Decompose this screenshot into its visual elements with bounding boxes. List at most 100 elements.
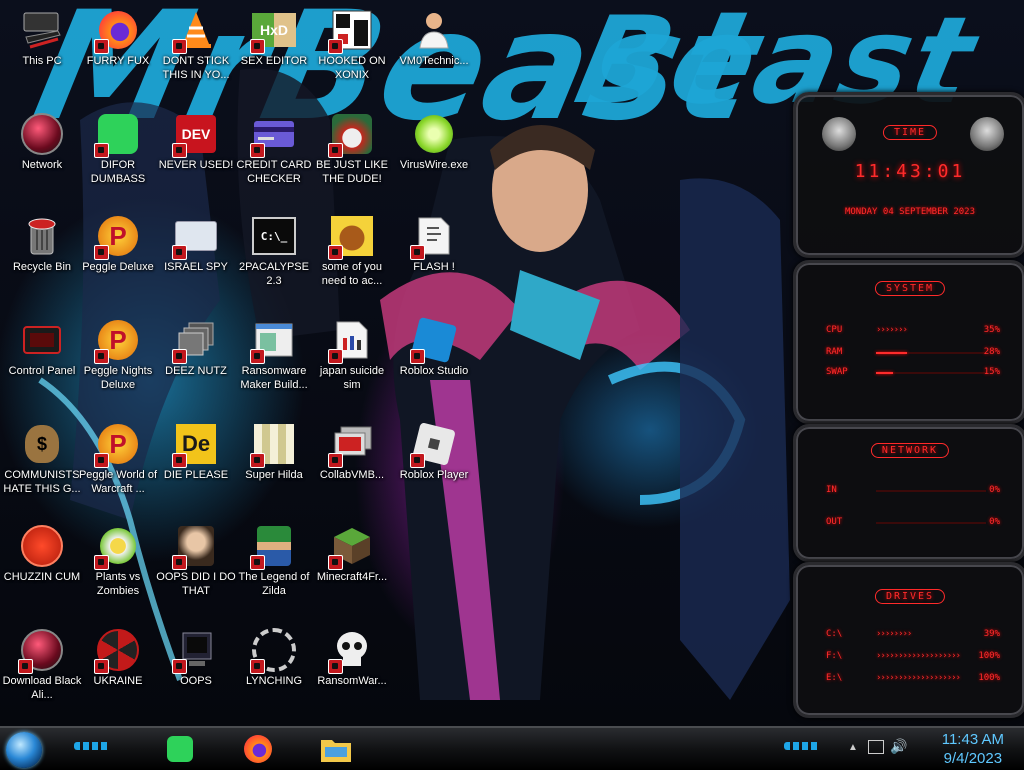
icon-label: 2PACALYPSE 2.3 xyxy=(239,261,309,287)
shortcut-arrow-icon xyxy=(172,39,187,54)
network-tray-icon[interactable] xyxy=(868,740,884,754)
shortcut-arrow-icon xyxy=(250,39,265,54)
shortcut-arrow-icon xyxy=(94,555,109,570)
desktop-icon-super-hilda[interactable]: Super Hilda xyxy=(232,422,316,482)
show-hidden-icons-icon[interactable]: ▲ xyxy=(848,742,858,753)
alien-head-icon xyxy=(970,117,1004,151)
desktop-icon-peggle-nights[interactable]: P Peggle Nights Deluxe xyxy=(76,318,160,392)
shortcut-arrow-icon xyxy=(328,453,343,468)
icon-label: Roblox Player xyxy=(399,469,469,481)
taskbar-file-explorer-button[interactable] xyxy=(316,732,356,766)
system-gadget[interactable]: SYSTEM CPU ››››››› 35% RAM 28% SWAP 15% xyxy=(793,260,1024,424)
desktop-icon-chuzzin[interactable]: CHUZZIN CUM xyxy=(0,524,84,584)
icon-label: NEVER USED! xyxy=(158,159,234,171)
skull-icon xyxy=(328,628,374,674)
icon-label: Minecraft4Fr... xyxy=(316,571,388,583)
spotify-green-icon xyxy=(94,112,140,158)
icon-label: Peggle Deluxe xyxy=(82,261,154,273)
de-logo-icon: De xyxy=(172,422,218,468)
alien-head-icon xyxy=(822,117,856,151)
desktop-icon-control-panel[interactable]: Control Panel xyxy=(0,318,84,378)
network-gadget[interactable]: NETWORK IN 0% OUT 0% xyxy=(793,424,1024,562)
icon-label: VM0Technic... xyxy=(399,55,469,67)
time-gadget[interactable]: TIME 11:43:01 MONDAY 04 SEPTEMBER 2023 xyxy=(793,92,1024,258)
icon-label: DEEZ NUTZ xyxy=(165,365,227,377)
desktop-icon-be-just-like[interactable]: BE JUST LIKE THE DUDE! xyxy=(310,112,394,186)
desktop-icon-recycle-bin[interactable]: Recycle Bin xyxy=(0,214,84,274)
credit-card-icon xyxy=(250,112,296,158)
desktop-icon-minecraft[interactable]: Minecraft4Fr... xyxy=(310,524,394,584)
hxd-icon: HxD xyxy=(250,8,296,54)
desktop-icon-never-used[interactable]: DEV NEVER USED! xyxy=(154,112,238,172)
desktop-icon-communists[interactable]: $ COMMUNISTS HATE THIS G... xyxy=(0,422,84,496)
icon-label: UKRAINE xyxy=(93,675,143,687)
shortcut-arrow-icon xyxy=(328,349,343,364)
icon-label: COMMUNISTS HATE THIS G... xyxy=(3,469,81,495)
desktop-icon-furry-fux[interactable]: FURRY FUX xyxy=(76,8,160,68)
peggle-icon: P xyxy=(94,214,140,260)
system-tray: ▲ 🔊 11:43 AM 9/4/2023 xyxy=(836,728,1012,770)
desktop-icon-ukraine[interactable]: UKRAINE xyxy=(76,628,160,688)
desktop-icon-die-please[interactable]: De DIE PLEASE xyxy=(154,422,238,482)
desktop-icon-israel-spy[interactable]: ISRAEL SPY xyxy=(154,214,238,274)
desktop-icon-network[interactable]: Network xyxy=(0,112,84,172)
shortcut-arrow-icon xyxy=(250,659,265,674)
desktop-icon-download-black-ali[interactable]: Download Black Ali... xyxy=(0,628,84,702)
portrait-icon xyxy=(172,524,218,570)
desktop-icon-plants-vs-zombies[interactable]: Plants vs Zombies xyxy=(76,524,160,598)
alien-globe-icon xyxy=(20,112,64,156)
desktop-icon-ransomwar[interactable]: RansomWar... xyxy=(310,628,394,688)
santa-face-icon xyxy=(328,112,374,158)
volume-icon[interactable]: 🔊 xyxy=(890,738,907,755)
terminal-icon: C:\_ xyxy=(252,214,296,258)
desktop-icon-this-pc[interactable]: This PC xyxy=(0,8,84,68)
shortcut-arrow-icon xyxy=(94,143,109,158)
desktop-icon-flash[interactable]: FLASH ! xyxy=(392,214,476,274)
desktop-icon-roblox-player[interactable]: Roblox Player xyxy=(392,422,476,482)
desktop-icon-oops-did-i[interactable]: OOPS DID I DO THAT xyxy=(154,524,238,598)
desktop-icon-hooked-on-xonix[interactable]: HOOKED ON XONIX xyxy=(310,8,394,82)
roblox-player-icon xyxy=(410,422,456,468)
peggle-icon: P xyxy=(94,318,140,364)
desktop-icon-lynching[interactable]: LYNCHING xyxy=(232,628,316,688)
desktop-icon-2pacalypse[interactable]: C:\_ 2PACALYPSE 2.3 xyxy=(232,214,316,288)
desktop-icon-peggle-deluxe[interactable]: P Peggle Deluxe xyxy=(76,214,160,274)
ram-meter: RAM 28% xyxy=(826,347,1000,357)
drives-gadget[interactable]: DRIVES C:\ ›››››››› 39% F:\ ››››››››››››… xyxy=(793,562,1024,718)
app-window-icon xyxy=(250,318,296,364)
taskbar-clock[interactable]: 11:43 AM 9/4/2023 xyxy=(942,730,1004,768)
shortcut-arrow-icon xyxy=(250,453,265,468)
desktop-icon-viruswire[interactable]: VirusWire.exe xyxy=(392,112,476,172)
desktop-icon-peggle-wow[interactable]: P Peggle World of Warcraft ... xyxy=(76,422,160,496)
icon-label: CREDIT CARD CHECKER xyxy=(236,159,312,185)
desktop-icon-roblox-studio[interactable]: Roblox Studio xyxy=(392,316,476,378)
desktop-icon-some-of-you[interactable]: some of you need to ac... xyxy=(310,214,394,288)
drives-title: DRIVES xyxy=(874,589,946,604)
desktop-icon-deez-nutz[interactable]: DEEZ NUTZ xyxy=(154,318,238,378)
taskbar: ▲ 🔊 11:43 AM 9/4/2023 xyxy=(0,726,1024,770)
network-title: NETWORK xyxy=(870,443,950,458)
desktop-icon-ransomware-maker[interactable]: Ransomware Maker Build... xyxy=(232,318,316,392)
icon-label: FURRY FUX xyxy=(86,55,150,67)
desktop-icon-sex-editor[interactable]: HxD SEX EDITOR xyxy=(232,8,316,68)
taskbar-firefox-button[interactable] xyxy=(238,732,278,766)
drive-c-meter: C:\ ›››››››› 39% xyxy=(826,629,1000,639)
desktop-icon-dont-stick[interactable]: DONT STICK THIS IN YO... xyxy=(154,8,238,82)
desktop-icon-legend-zilda[interactable]: The Legend of Zilda xyxy=(232,524,316,598)
desktop[interactable]: MrBeast Beast This PC Network Recycle Bi… xyxy=(0,0,1024,726)
start-orb-button[interactable] xyxy=(6,732,42,768)
shortcut-arrow-icon xyxy=(172,349,187,364)
alien-globe-icon xyxy=(18,628,64,674)
shortcut-arrow-icon xyxy=(250,555,265,570)
shortcut-arrow-icon xyxy=(250,143,265,158)
desktop-icon-difor-dumbass[interactable]: DIFOR DUMBASS xyxy=(76,112,160,186)
flower-icon xyxy=(94,524,140,570)
icon-label: SEX EDITOR xyxy=(240,55,308,67)
desktop-icon-oops[interactable]: OOPS xyxy=(154,628,238,688)
taskbar-spotify-button[interactable] xyxy=(160,732,200,766)
desktop-icon-credit-card[interactable]: CREDIT CARD CHECKER xyxy=(232,112,316,186)
desktop-icon-collabvm[interactable]: CollabVMB... xyxy=(310,422,394,482)
roblox-studio-icon xyxy=(410,316,458,364)
desktop-icon-japan-suicide-sim[interactable]: japan suicide sim xyxy=(310,318,394,392)
desktop-icon-vm0technic[interactable]: VM0Technic... xyxy=(392,8,476,68)
